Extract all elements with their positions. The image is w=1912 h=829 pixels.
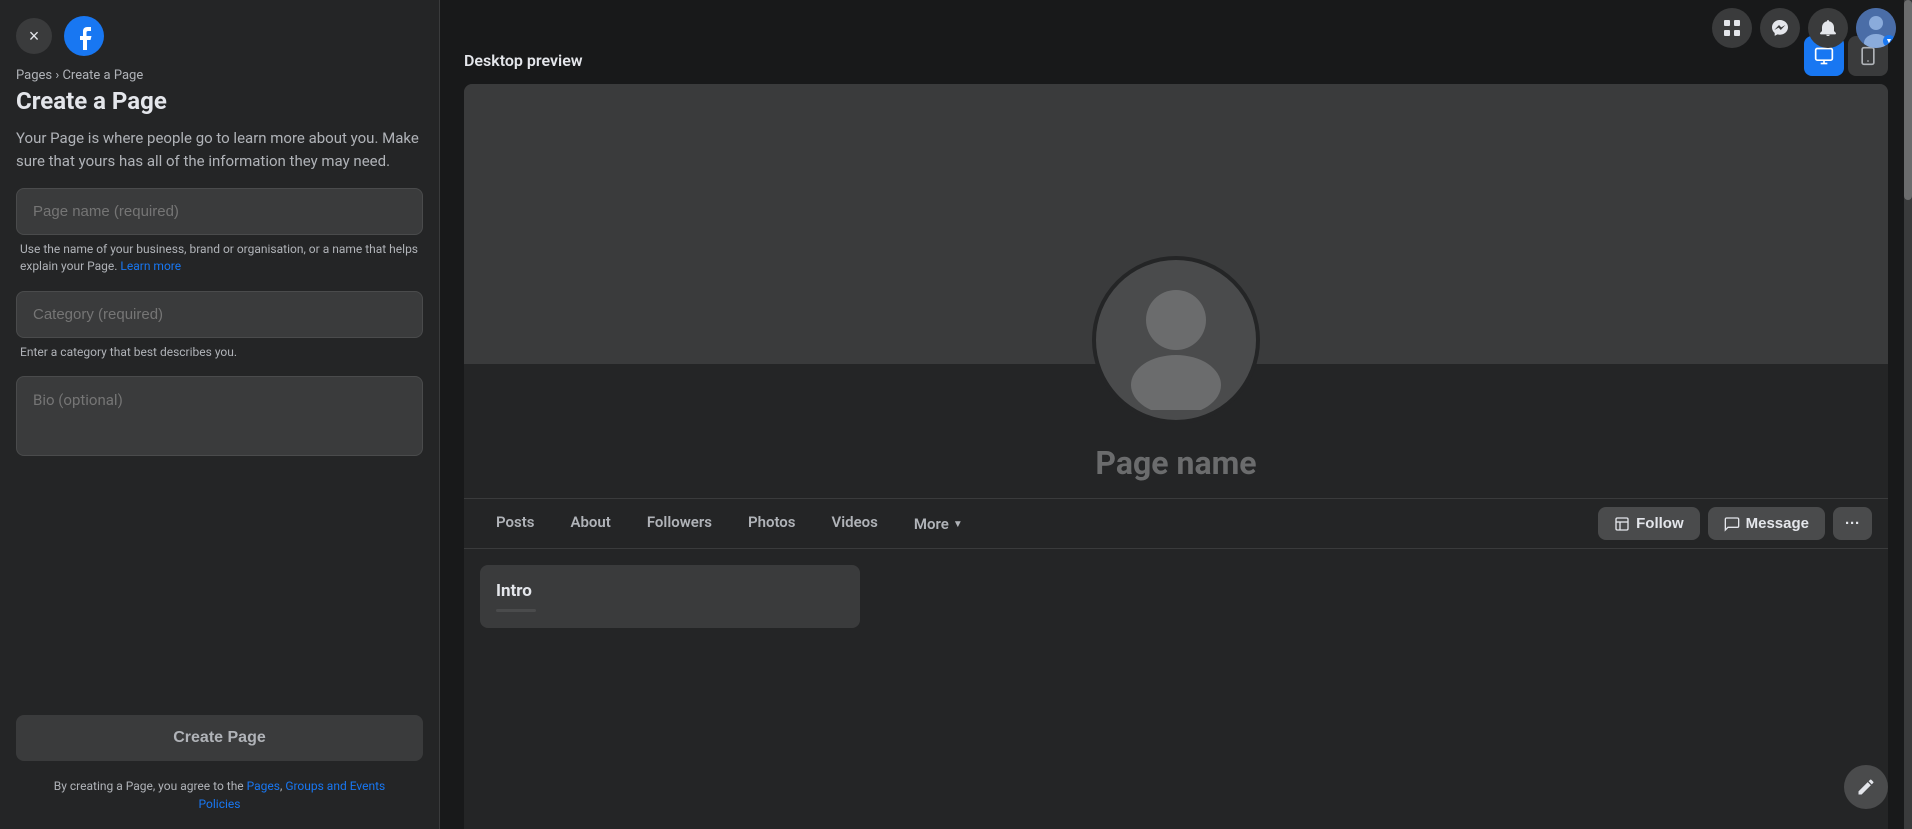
page-name-field-wrapper: Use the name of your business, brand or …: [16, 188, 423, 283]
more-label: More: [914, 515, 949, 533]
nav-actions: Follow Message ···: [1598, 507, 1872, 540]
breadcrumb-pages-link[interactable]: Pages: [16, 68, 52, 83]
right-panel: ▼ Desktop preview: [440, 0, 1912, 829]
page-name-hint: Use the name of your business, brand or …: [16, 239, 423, 283]
form-section: Use the name of your business, brand or …: [0, 188, 439, 703]
left-panel: × Pages › Create a Page Create a Page Yo…: [0, 0, 440, 829]
message-icon: [1724, 516, 1740, 532]
terms-groups-link[interactable]: Groups and Events: [285, 779, 385, 793]
intro-title: Intro: [496, 581, 844, 601]
profile-picture: [1092, 256, 1260, 424]
left-header: ×: [0, 0, 439, 68]
profile-pic-wrapper: [1092, 256, 1260, 424]
scrollbar[interactable]: [1904, 0, 1912, 829]
tab-followers[interactable]: Followers: [631, 499, 728, 548]
category-input[interactable]: [16, 291, 423, 338]
notifications-icon-button[interactable]: [1808, 8, 1848, 48]
close-icon: ×: [29, 26, 40, 47]
message-label: Message: [1746, 515, 1809, 532]
follow-label: Follow: [1636, 515, 1684, 532]
terms-pages-link[interactable]: Pages: [247, 779, 280, 793]
preview-label: Desktop preview: [464, 51, 583, 70]
follow-icon: [1614, 516, 1630, 532]
follow-button[interactable]: Follow: [1598, 507, 1700, 540]
page-navigation: Posts About Followers Photos Videos More…: [464, 498, 1888, 549]
facebook-logo: [64, 16, 104, 56]
terms-text: By creating a Page, you agree to the Pag…: [0, 769, 439, 829]
cover-photo: [464, 84, 1888, 364]
page-description: Your Page is where people go to learn mo…: [0, 127, 439, 188]
user-avatar[interactable]: ▼: [1856, 8, 1896, 48]
edit-icon: [1856, 777, 1876, 797]
grid-icon-button[interactable]: [1712, 8, 1752, 48]
messenger-icon-button[interactable]: [1760, 8, 1800, 48]
create-page-button[interactable]: Create Page: [16, 715, 423, 761]
messenger-icon: [1770, 18, 1790, 38]
close-button[interactable]: ×: [16, 18, 52, 54]
more-actions-icon: ···: [1845, 515, 1860, 532]
category-field-wrapper: Enter a category that best describes you…: [16, 291, 423, 369]
intro-divider: [496, 609, 536, 612]
edit-fab-button[interactable]: [1844, 765, 1888, 809]
top-bar: ▼: [1696, 0, 1912, 56]
terms-policies-link[interactable]: Policies: [199, 797, 241, 811]
chevron-down-icon: ▼: [953, 519, 963, 530]
intro-section: Intro: [464, 549, 1888, 644]
grid-icon: [1722, 18, 1742, 38]
more-actions-button[interactable]: ···: [1833, 507, 1872, 540]
profile-silhouette-icon: [1106, 270, 1246, 410]
bio-input[interactable]: [16, 376, 423, 456]
message-button[interactable]: Message: [1708, 507, 1825, 540]
page-name-input[interactable]: [16, 188, 423, 235]
page-title: Create a Page: [0, 87, 439, 127]
category-hint: Enter a category that best describes you…: [16, 342, 423, 369]
tab-photos[interactable]: Photos: [732, 499, 812, 548]
intro-card: Intro: [480, 565, 860, 628]
breadcrumb: Pages › Create a Page: [0, 68, 439, 87]
bell-icon: [1818, 18, 1838, 38]
tab-videos[interactable]: Videos: [816, 499, 894, 548]
learn-more-link[interactable]: Learn more: [120, 259, 181, 273]
tab-posts[interactable]: Posts: [480, 499, 550, 548]
page-preview-container: Page name Posts About Followers Photos V…: [464, 84, 1888, 829]
tab-more[interactable]: More ▼: [898, 501, 979, 547]
bio-field-wrapper: [16, 376, 423, 456]
tab-about[interactable]: About: [554, 499, 626, 548]
